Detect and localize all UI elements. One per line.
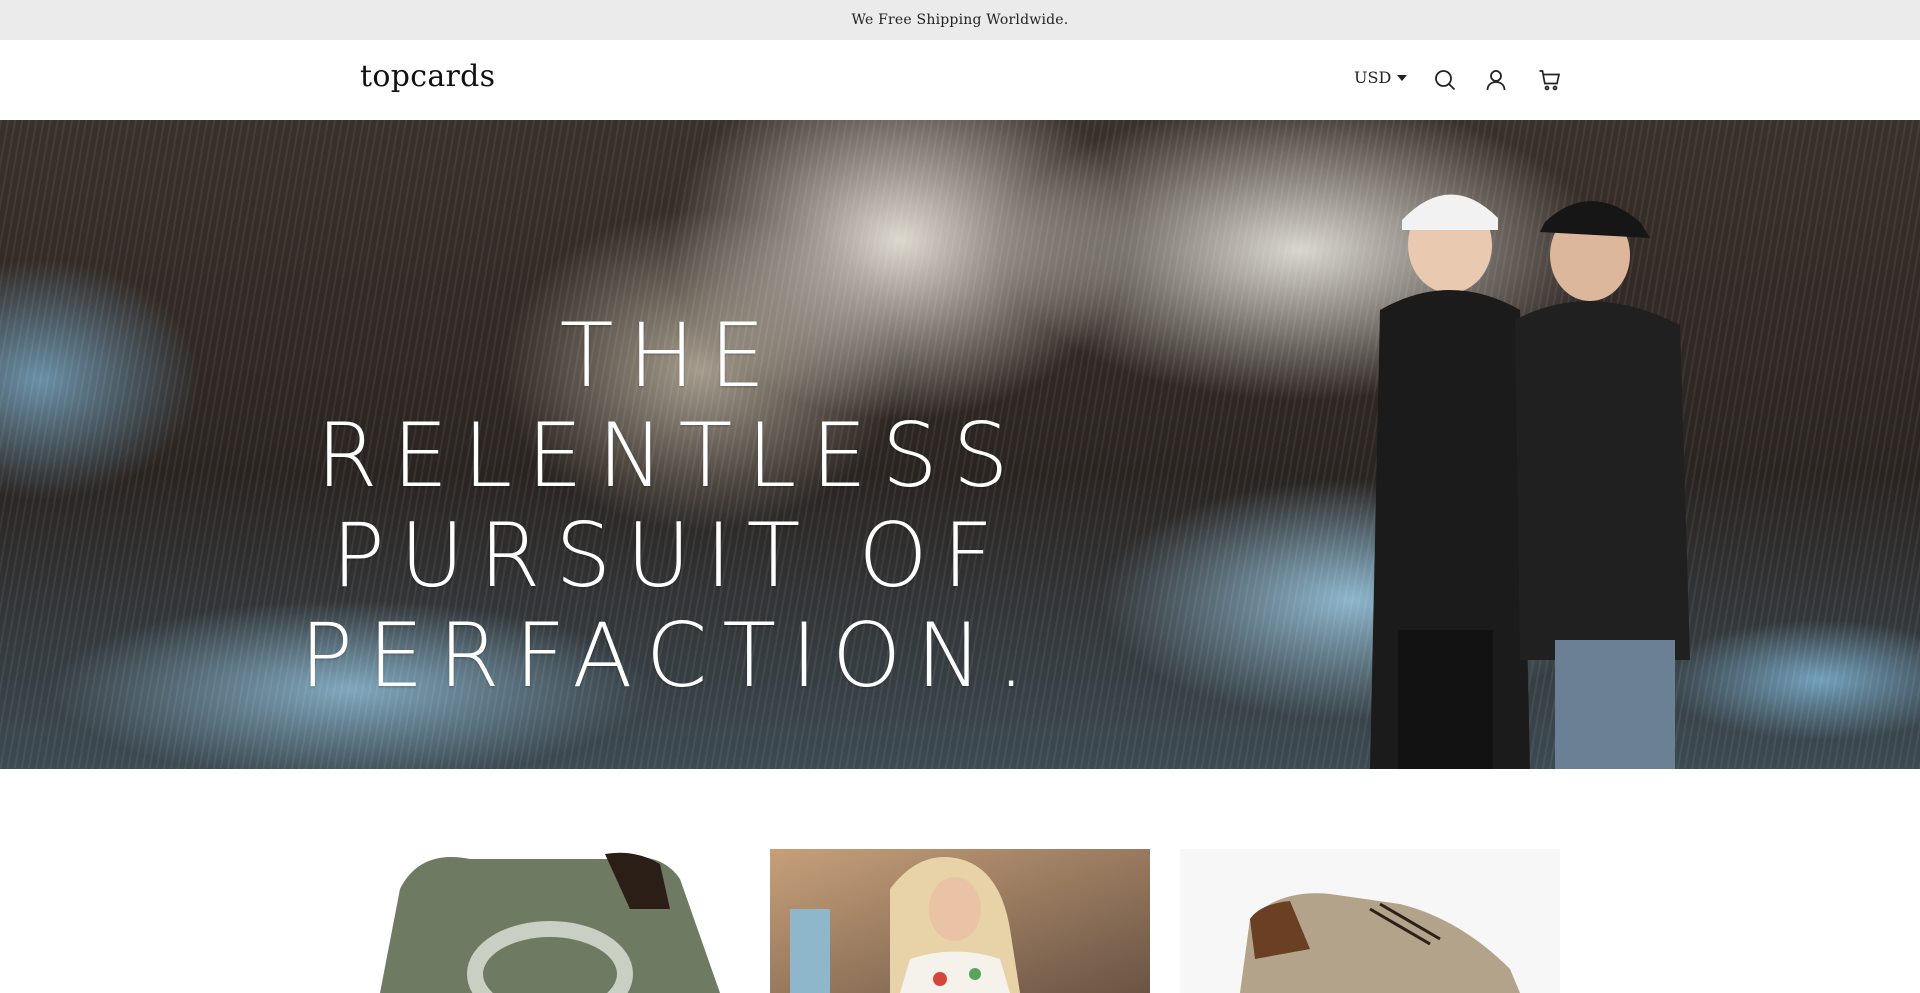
announcement-bar: We Free Shipping Worldwide. (0, 0, 1920, 40)
hero-title: THE RELENTLESS PURSUIT OF PERFACTION. (190, 306, 1150, 706)
collection-card-shoes[interactable] (1180, 849, 1560, 993)
hero-banner[interactable]: THE RELENTLESS PURSUIT OF PERFACTION. (0, 120, 1920, 769)
announcement-text: We Free Shipping Worldwide. (851, 12, 1069, 28)
site-header: topcards USD (0, 40, 1920, 120)
hero-title-line-2: PURSUIT OF (331, 504, 1009, 607)
hero-title-line-3: PERFACTION. (299, 604, 1041, 707)
collection-grid (0, 849, 1920, 993)
jacket-image (360, 849, 740, 993)
shoes-image (1180, 849, 1560, 993)
cart-icon[interactable] (1538, 68, 1562, 92)
currency-label: USD (1354, 68, 1392, 87)
store-logo[interactable]: topcards (360, 59, 495, 94)
hero-models-image (1340, 160, 1700, 769)
search-icon[interactable] (1433, 68, 1457, 92)
dress-model-image (770, 849, 1150, 993)
collection-card-jacket[interactable] (360, 849, 740, 993)
account-icon[interactable] (1484, 68, 1508, 92)
currency-selector[interactable]: USD (1354, 68, 1408, 87)
collection-card-dress[interactable] (770, 849, 1150, 993)
caret-down-icon (1397, 74, 1408, 81)
hero-title-line-1: THE RELENTLESS (316, 304, 1024, 507)
